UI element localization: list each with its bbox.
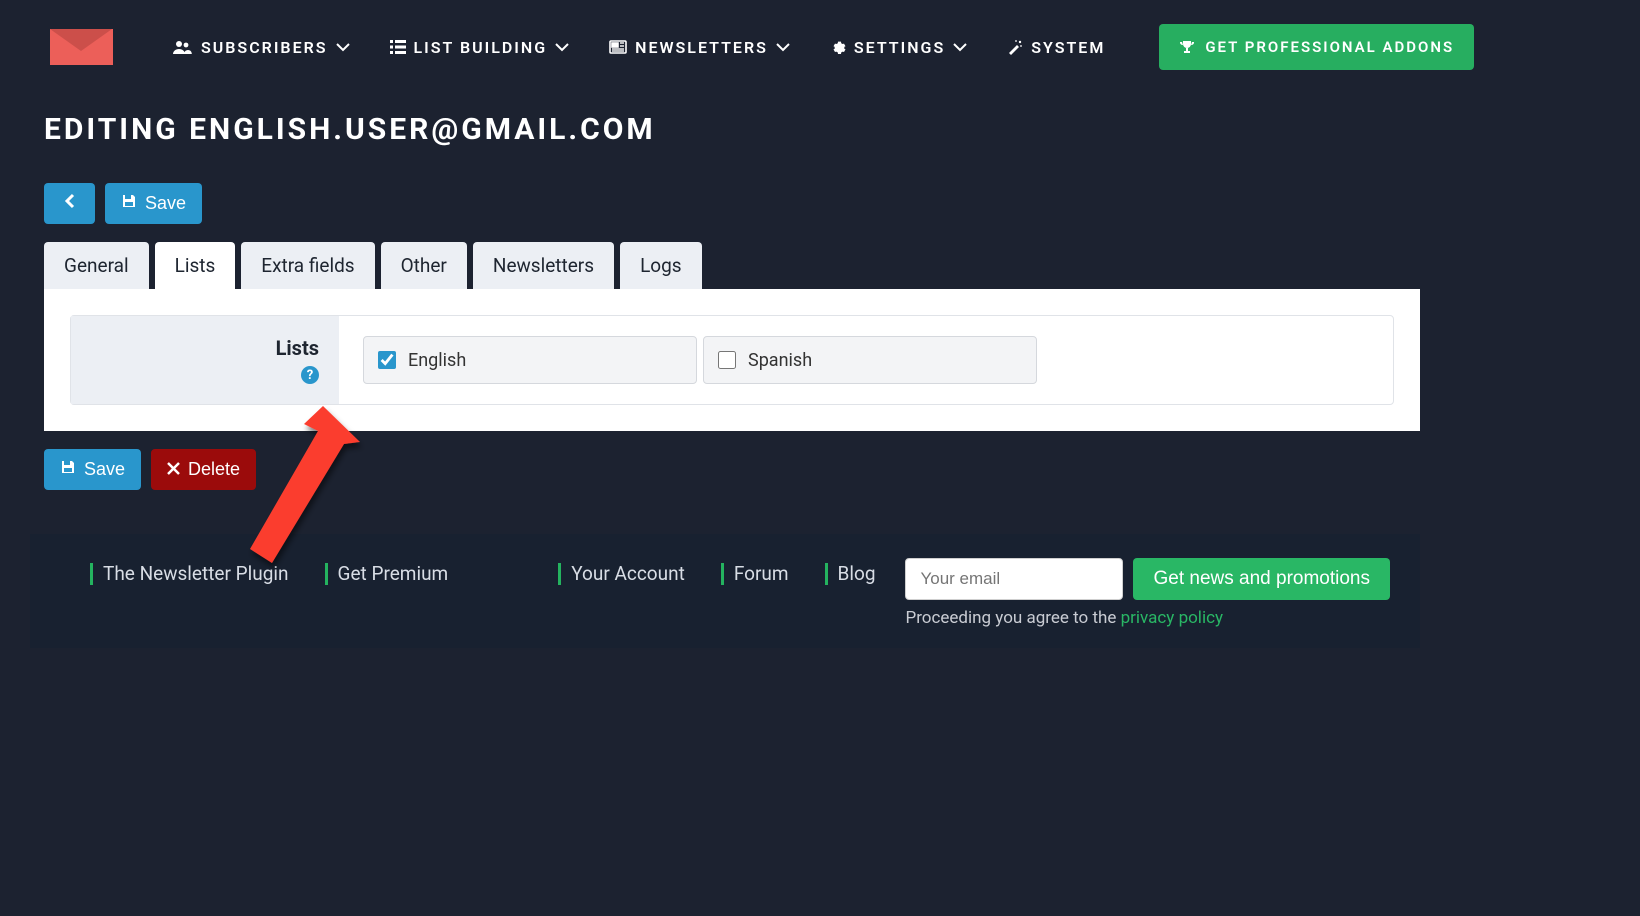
tab-lists[interactable]: Lists — [155, 242, 236, 289]
list-option-english[interactable]: English — [363, 336, 697, 384]
gear-icon — [830, 39, 846, 55]
back-button[interactable] — [44, 183, 95, 224]
list-icon — [390, 40, 406, 54]
checkbox-spanish[interactable] — [718, 351, 736, 369]
save-icon — [121, 193, 137, 214]
magic-wand-icon — [1007, 39, 1023, 55]
footer-links: The Newsletter Plugin Get Premium Your A… — [90, 558, 876, 585]
option-label: Spanish — [748, 350, 812, 371]
accent-bar-icon — [825, 563, 828, 585]
tab-panel-lists: Lists ? English Spanish — [44, 289, 1420, 431]
save-button-top[interactable]: Save — [105, 183, 202, 224]
bottom-actions: Save Delete — [30, 431, 1640, 490]
link-label: Your Account — [571, 562, 685, 585]
accent-bar-icon — [558, 563, 561, 585]
nav-system[interactable]: SYSTEM — [1007, 38, 1105, 57]
button-label: Save — [145, 193, 186, 214]
accent-bar-icon — [325, 563, 328, 585]
footer: The Newsletter Plugin Get Premium Your A… — [30, 534, 1420, 648]
footer-link-plugin[interactable]: The Newsletter Plugin — [90, 562, 289, 585]
link-label: Forum — [734, 562, 789, 585]
footer-link-premium[interactable]: Get Premium — [325, 562, 449, 585]
footer-link-account[interactable]: Your Account — [558, 562, 685, 585]
chevron-down-icon — [336, 40, 350, 54]
nav-label: SYSTEM — [1031, 38, 1105, 57]
link-label: The Newsletter Plugin — [103, 562, 289, 585]
nav-label: NEWSLETTERS — [635, 38, 768, 57]
link-label: Get Premium — [338, 562, 449, 585]
delete-button[interactable]: Delete — [151, 449, 256, 490]
chevron-down-icon — [953, 40, 967, 54]
nav-subscribers[interactable]: SUBSCRIBERS — [173, 38, 350, 57]
newspaper-icon — [609, 40, 627, 54]
form-row-lists: Lists ? English Spanish — [70, 315, 1394, 405]
checkbox-english[interactable] — [378, 351, 396, 369]
subscribe-row: Get news and promotions — [905, 558, 1390, 600]
consent-text: Proceeding you agree to the privacy poli… — [905, 608, 1390, 628]
button-label: Save — [84, 459, 125, 480]
save-button-bottom[interactable]: Save — [44, 449, 141, 490]
top-actions: Save — [30, 183, 1640, 224]
footer-link-blog[interactable]: Blog — [825, 562, 876, 585]
tab-newsletters[interactable]: Newsletters — [473, 242, 614, 289]
option-label: English — [408, 350, 466, 371]
consent-prefix: Proceeding you agree to the — [905, 608, 1120, 628]
save-icon — [60, 459, 76, 480]
chevron-down-icon — [776, 40, 790, 54]
tabs: General Lists Extra fields Other Newslet… — [30, 242, 1640, 289]
trophy-icon — [1179, 39, 1195, 55]
nav-label: SUBSCRIBERS — [201, 38, 328, 57]
nav-newsletters[interactable]: NEWSLETTERS — [609, 38, 790, 57]
nav-list-building[interactable]: LIST BUILDING — [390, 38, 570, 57]
users-icon — [173, 39, 193, 55]
button-label: GET PROFESSIONAL ADDONS — [1205, 38, 1454, 56]
footer-link-forum[interactable]: Forum — [721, 562, 789, 585]
accent-bar-icon — [721, 563, 724, 585]
tab-logs[interactable]: Logs — [620, 242, 702, 289]
tab-general[interactable]: General — [44, 242, 149, 289]
tab-other[interactable]: Other — [381, 242, 467, 289]
main-nav: SUBSCRIBERS LIST BUILDING NEWSLETTERS SE… — [173, 24, 1474, 70]
get-addons-button[interactable]: GET PROFESSIONAL ADDONS — [1159, 24, 1474, 70]
subscribe-form: Get news and promotions Proceeding you a… — [905, 558, 1390, 628]
nav-label: SETTINGS — [854, 38, 945, 57]
nav-label: LIST BUILDING — [414, 38, 548, 57]
accent-bar-icon — [90, 563, 93, 585]
app-logo[interactable] — [50, 29, 113, 65]
tab-extra-fields[interactable]: Extra fields — [241, 242, 374, 289]
chevron-down-icon — [555, 40, 569, 54]
subscribe-button[interactable]: Get news and promotions — [1133, 558, 1390, 600]
nav-settings[interactable]: SETTINGS — [830, 38, 967, 57]
lists-options-container: English Spanish — [339, 316, 1061, 404]
button-label: Delete — [188, 459, 240, 480]
link-label: Blog — [838, 562, 876, 585]
email-input[interactable] — [905, 558, 1123, 600]
privacy-link[interactable]: privacy policy — [1121, 608, 1223, 628]
page-title: EDITING ENGLISH.USER@GMAIL.COM — [30, 94, 1640, 183]
list-option-spanish[interactable]: Spanish — [703, 336, 1037, 384]
help-icon[interactable]: ? — [301, 366, 319, 384]
close-icon — [167, 459, 180, 480]
lists-label: Lists — [91, 336, 319, 360]
header: SUBSCRIBERS LIST BUILDING NEWSLETTERS SE… — [30, 0, 1640, 94]
form-label-cell: Lists ? — [71, 316, 339, 404]
chevron-left-icon — [64, 193, 75, 214]
